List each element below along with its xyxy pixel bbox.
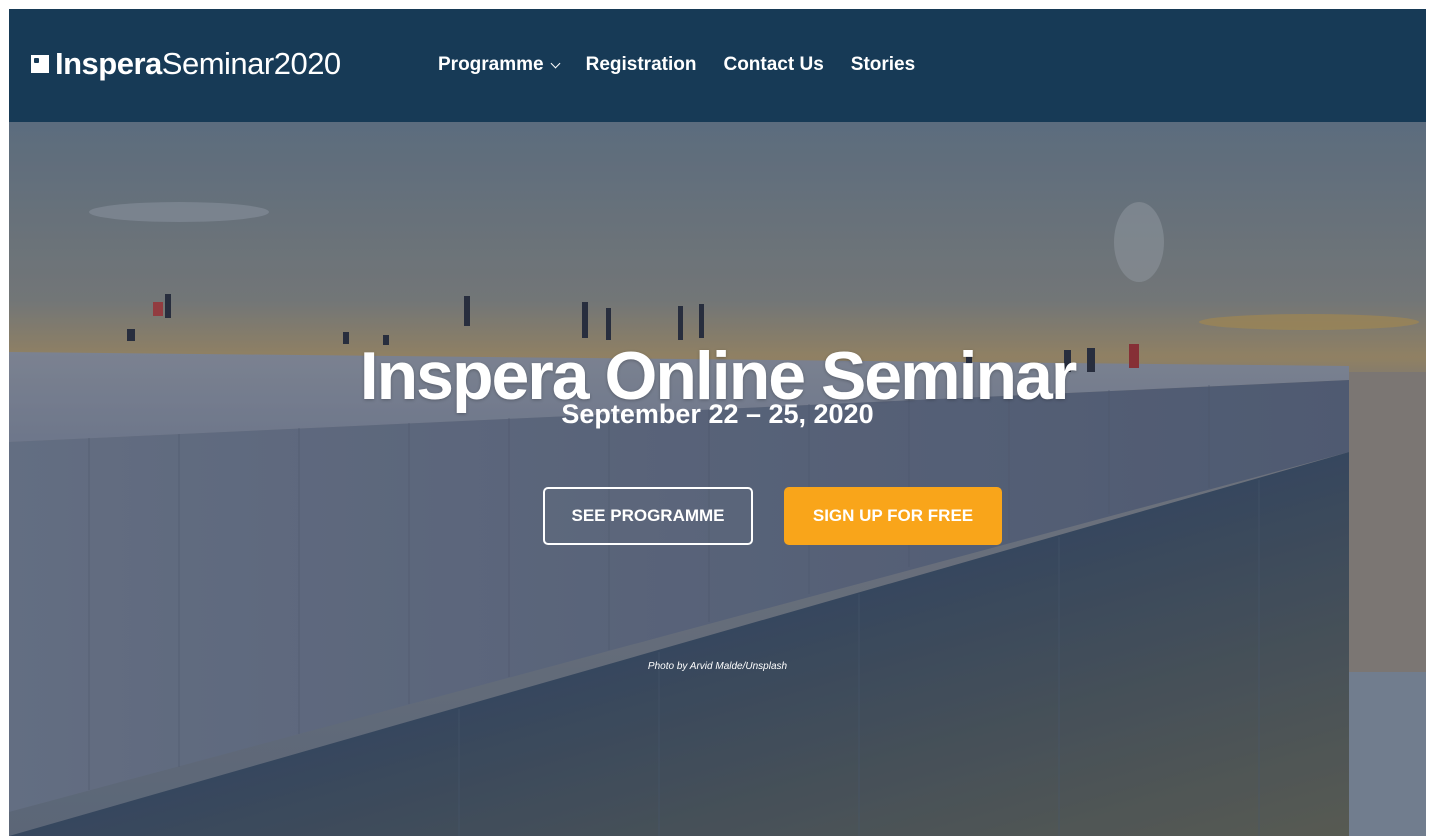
site-logo[interactable]: Inspera Seminar2020 [31, 45, 341, 83]
nav-item-label: Programme [438, 54, 544, 75]
nav-item-registration[interactable]: Registration [586, 54, 697, 76]
photo-credit: Photo by Arvid Malde/Unsplash [647, 661, 788, 672]
event-date: September 22 – 25, 2020 [561, 399, 874, 429]
nav-item-stories[interactable]: Stories [851, 54, 915, 76]
hero-overlay [9, 122, 1426, 836]
site-header: Inspera Seminar2020 Programme Registrati… [9, 9, 1426, 122]
chevron-down-icon [550, 58, 561, 68]
main-nav: Programme Registration Contact Us Storie… [438, 52, 942, 78]
nav-item-programme[interactable]: Programme [438, 54, 561, 76]
page: Inspera Seminar2020 Programme Registrati… [9, 9, 1426, 836]
hero-section: Inspera Online Seminar September 22 – 25… [9, 122, 1426, 836]
nav-item-label: Stories [850, 54, 916, 75]
nav-item-label: Registration [585, 54, 697, 75]
see-programme-button[interactable]: SEE PROGRAMME [543, 487, 753, 545]
nav-item-contact-us[interactable]: Contact Us [723, 54, 823, 76]
sign-up-button[interactable]: SIGN UP FOR FREE [784, 487, 1002, 545]
logo-brand: Inspera [55, 46, 162, 81]
logo-event: Seminar2020 [161, 46, 341, 81]
square-logo-icon [31, 55, 49, 73]
nav-item-label: Contact Us [723, 54, 824, 75]
